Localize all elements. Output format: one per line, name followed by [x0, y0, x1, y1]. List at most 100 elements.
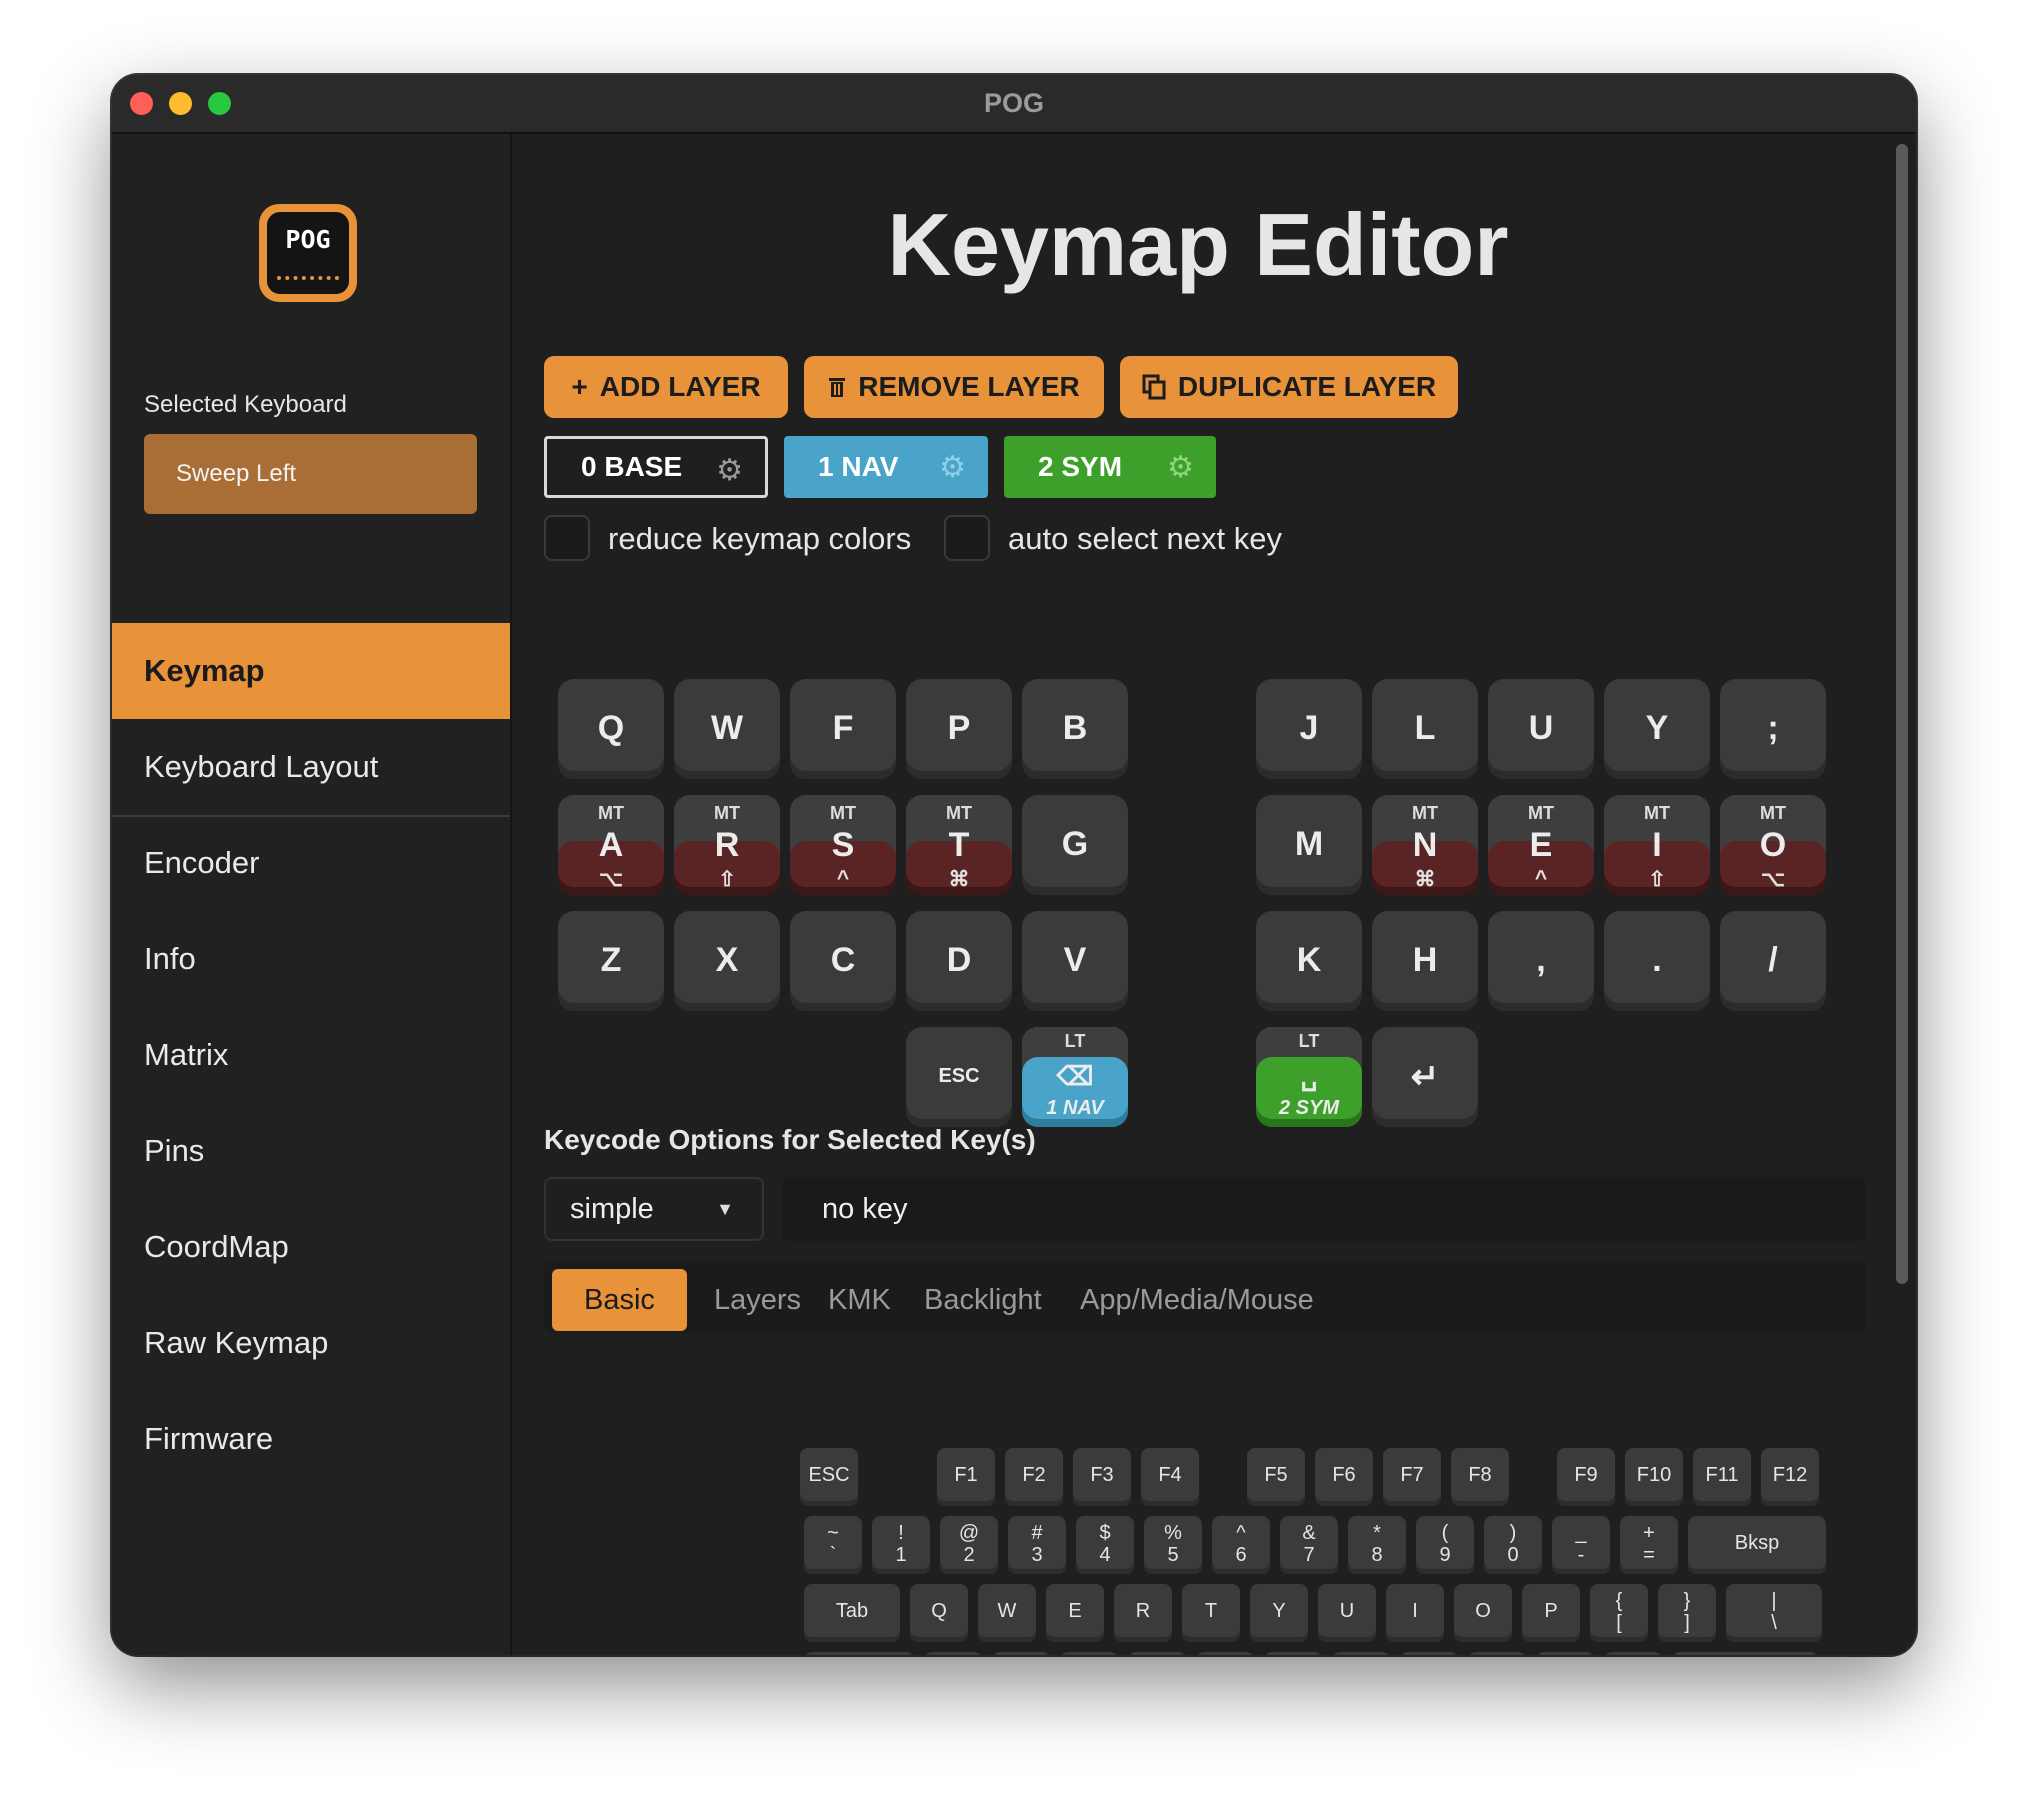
keycode-key[interactable]: O — [1454, 1584, 1512, 1642]
keymap-key[interactable]: / — [1720, 911, 1826, 1011]
gear-icon[interactable]: ⚙ — [716, 453, 743, 488]
sidebar-item-raw-keymap[interactable]: Raw Keymap — [112, 1295, 510, 1391]
keycode-key[interactable]: F3 — [1073, 1448, 1131, 1506]
keymap-key[interactable]: D — [906, 911, 1012, 1011]
keymap-key[interactable]: Y — [1604, 679, 1710, 779]
keymap-key[interactable]: V — [1022, 911, 1128, 1011]
mod-tap-key[interactable]: MT T ⌘ — [906, 795, 1012, 895]
keycode-key[interactable]: D — [1060, 1652, 1118, 1655]
keymap-key[interactable]: C — [790, 911, 896, 1011]
keycode-key[interactable]: Q — [910, 1584, 968, 1642]
keycode-key[interactable]: P — [1522, 1584, 1580, 1642]
keymap-key[interactable]: ; — [1720, 679, 1826, 779]
keycode-key[interactable]: F — [1128, 1652, 1186, 1655]
keymap-key[interactable]: U — [1488, 679, 1594, 779]
keycode-key[interactable]: E — [1046, 1584, 1104, 1642]
keycode-key[interactable]: ) 0 — [1484, 1516, 1542, 1574]
gear-icon[interactable]: ⚙ — [939, 450, 966, 485]
keymap-key[interactable]: Q — [558, 679, 664, 779]
sidebar-item-pins[interactable]: Pins — [112, 1103, 510, 1199]
keycode-key[interactable]: F4 — [1141, 1448, 1199, 1506]
keycode-key[interactable]: :; — [1536, 1652, 1594, 1655]
sidebar-item-keymap[interactable]: Keymap — [112, 623, 510, 719]
duplicate-layer-button[interactable]: DUPLICATE LAYER — [1120, 356, 1458, 418]
keycode-key[interactable]: G — [1196, 1652, 1254, 1655]
keymap-key[interactable]: P — [906, 679, 1012, 779]
keycode-key[interactable]: {[ — [1590, 1584, 1648, 1642]
tab-app-media-mouse[interactable]: App/Media/Mouse — [1048, 1269, 1346, 1331]
keycode-key[interactable]: % 5 — [1144, 1516, 1202, 1574]
keycode-key[interactable]: S — [992, 1652, 1050, 1655]
keycode-key[interactable]: F12 — [1761, 1448, 1819, 1506]
keycode-key[interactable]: F8 — [1451, 1448, 1509, 1506]
keycode-key[interactable]: ^ 6 — [1212, 1516, 1270, 1574]
keycode-key[interactable]: I — [1386, 1584, 1444, 1642]
sidebar-item-coordmap[interactable]: CoordMap — [112, 1199, 510, 1295]
mod-tap-key[interactable]: MT E ^ — [1488, 795, 1594, 895]
tab-basic[interactable]: Basic — [552, 1269, 687, 1331]
keymap-key[interactable]: W — [674, 679, 780, 779]
keymap-key[interactable]: L — [1372, 679, 1478, 779]
current-keycode-field[interactable]: no key — [782, 1177, 1866, 1241]
keycode-key[interactable]: F6 — [1315, 1448, 1373, 1506]
keycode-key[interactable]: "' — [1604, 1652, 1662, 1655]
sidebar-item-firmware[interactable]: Firmware — [112, 1391, 510, 1487]
keymap-key[interactable]: Z — [558, 911, 664, 1011]
keycode-key[interactable]: L — [1468, 1652, 1526, 1655]
keycode-key[interactable]: _ - — [1552, 1516, 1610, 1574]
layer-tap-key[interactable]: LT ␣ 2 SYM — [1256, 1027, 1362, 1127]
keycode-key[interactable]: T — [1182, 1584, 1240, 1642]
keycode-key[interactable]: * 8 — [1348, 1516, 1406, 1574]
sidebar-item-encoder[interactable]: Encoder — [112, 815, 510, 911]
auto-select-checkbox[interactable] — [944, 515, 990, 561]
mod-tap-key[interactable]: MT N ⌘ — [1372, 795, 1478, 895]
keycode-key[interactable]: F9 — [1557, 1448, 1615, 1506]
keycode-key[interactable]: F11 — [1693, 1448, 1751, 1506]
layer-tab-nav[interactable]: 1 NAV ⚙ — [784, 436, 988, 498]
keymap-key[interactable]: ↵ — [1372, 1027, 1478, 1127]
sidebar-item-keyboard-layout[interactable]: Keyboard Layout — [112, 719, 510, 815]
sidebar-item-info[interactable]: Info — [112, 911, 510, 1007]
layer-tap-key[interactable]: LT ⌫ 1 NAV — [1022, 1027, 1128, 1127]
scrollbar[interactable] — [1896, 144, 1908, 1284]
keycode-key[interactable]: A — [924, 1652, 982, 1655]
keymap-key[interactable]: H — [1372, 911, 1478, 1011]
mod-tap-key[interactable]: MT O ⌥ — [1720, 795, 1826, 895]
keymap-key[interactable]: K — [1256, 911, 1362, 1011]
keycode-key[interactable]: W — [978, 1584, 1036, 1642]
keycode-key[interactable]: $4 — [1076, 1516, 1134, 1574]
keymap-key[interactable]: , — [1488, 911, 1594, 1011]
keycode-key[interactable]: ESC — [800, 1448, 858, 1506]
keymap-key[interactable]: G — [1022, 795, 1128, 895]
keycode-key[interactable]: #3 — [1008, 1516, 1066, 1574]
keycode-key[interactable]: K — [1400, 1652, 1458, 1655]
keycode-key[interactable]: Y — [1250, 1584, 1308, 1642]
keycode-key[interactable]: F1 — [937, 1448, 995, 1506]
selected-keyboard-selector[interactable]: Sweep Left — [144, 434, 477, 514]
keycode-key[interactable]: (9 — [1416, 1516, 1474, 1574]
add-layer-button[interactable]: + ADD LAYER — [544, 356, 788, 418]
keycode-key[interactable]: Enter — [1672, 1652, 1818, 1655]
keycode-key[interactable]: F7 — [1383, 1448, 1441, 1506]
keymap-key[interactable]: . — [1604, 911, 1710, 1011]
keymap-key[interactable]: J — [1256, 679, 1362, 779]
keycode-mode-select[interactable]: simple ▼ — [544, 1177, 764, 1241]
gear-icon[interactable]: ⚙ — [1167, 450, 1194, 485]
mod-tap-key[interactable]: MT I ⇧ — [1604, 795, 1710, 895]
keycode-key[interactable]: J — [1332, 1652, 1390, 1655]
sidebar-item-matrix[interactable]: Matrix — [112, 1007, 510, 1103]
keycode-key[interactable]: F2 — [1005, 1448, 1063, 1506]
keycode-key[interactable]: F10 — [1625, 1448, 1683, 1506]
keymap-key[interactable]: F — [790, 679, 896, 779]
mod-tap-key[interactable]: MT S ^ — [790, 795, 896, 895]
keycode-key[interactable]: Bksp — [1688, 1516, 1826, 1574]
keycode-key[interactable]: & 7 — [1280, 1516, 1338, 1574]
layer-tab-sym[interactable]: 2 SYM ⚙ — [1004, 436, 1216, 498]
keymap-key[interactable]: X — [674, 911, 780, 1011]
keycode-key[interactable]: ~ ` — [804, 1516, 862, 1574]
remove-layer-button[interactable]: REMOVE LAYER — [804, 356, 1104, 418]
keycode-key[interactable]: }] — [1658, 1584, 1716, 1642]
keycode-key[interactable]: R — [1114, 1584, 1172, 1642]
keycode-key[interactable]: ! 1 — [872, 1516, 930, 1574]
keycode-key[interactable]: @2 — [940, 1516, 998, 1574]
